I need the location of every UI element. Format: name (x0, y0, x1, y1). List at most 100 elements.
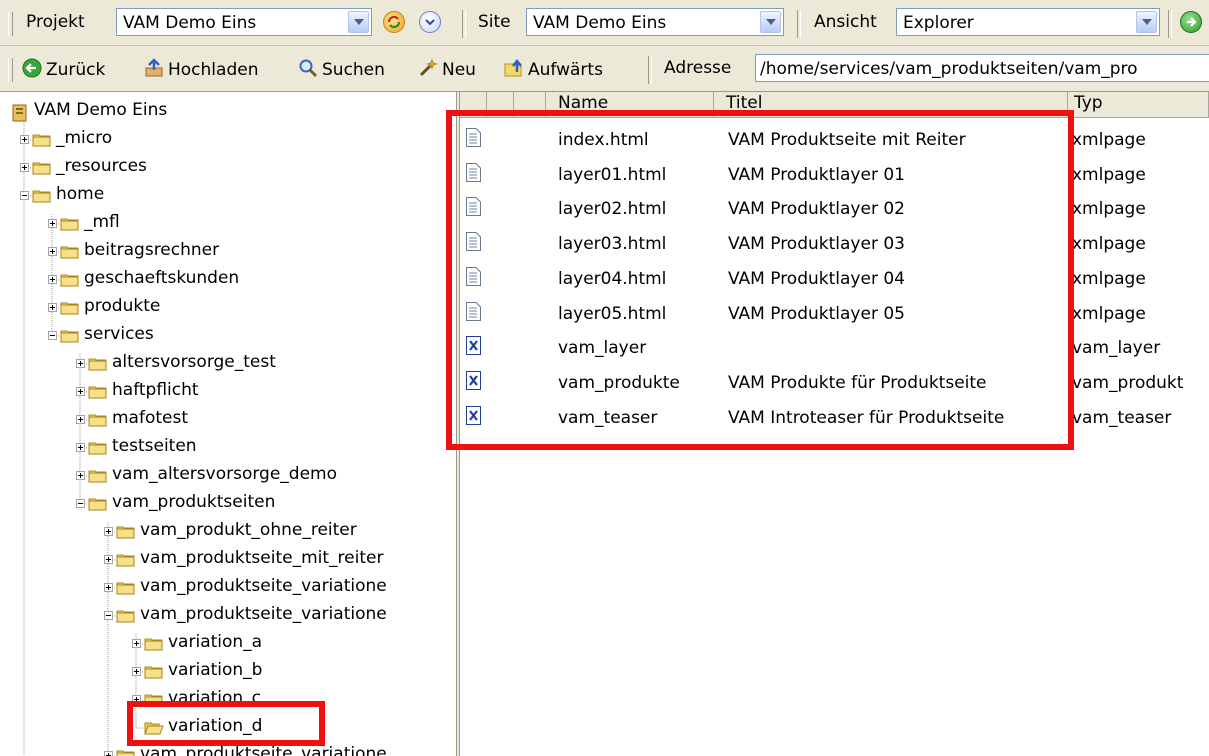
file-name: vam_produkte (558, 372, 680, 393)
column-header-name-label: Name (558, 93, 609, 113)
collapse-icon[interactable] (48, 331, 57, 340)
column-header-status[interactable] (514, 92, 546, 118)
tree-node-label: vam_altersvorsorge_demo (112, 464, 338, 484)
file-row[interactable]: layer04.html VAM Produktlayer 04 xmlpage (460, 263, 1209, 297)
expand-icon[interactable] (104, 583, 113, 592)
folder-icon (32, 190, 51, 203)
file-name: vam_layer (558, 338, 647, 359)
expand-icon[interactable] (132, 695, 141, 704)
folder-icon (116, 610, 135, 623)
view-select[interactable]: Explorer (896, 8, 1160, 36)
file-row[interactable]: layer01.html VAM Produktlayer 01 xmlpage (460, 159, 1209, 193)
tree-node-label: variation_c (168, 688, 262, 708)
collapse-icon[interactable] (20, 191, 29, 200)
tree-node-label: testseiten (112, 436, 197, 456)
column-header-title[interactable]: Titel (714, 92, 1068, 118)
chevron-down-icon[interactable] (1136, 11, 1157, 33)
address-label: Adresse (664, 58, 732, 78)
chevron-down-icon[interactable] (348, 11, 369, 33)
expand-icon[interactable] (76, 359, 85, 368)
expand-icon[interactable] (104, 751, 113, 756)
chevron-down-icon[interactable] (760, 11, 781, 33)
tree-root-label: VAM Demo Eins (34, 100, 168, 120)
folder-icon (116, 526, 135, 539)
folder-icon (60, 274, 79, 287)
file-title: VAM Produktseite mit Reiter (728, 130, 966, 150)
file-type: vam_layer (1072, 338, 1161, 359)
new-button[interactable]: Neu (418, 58, 476, 80)
expand-icon[interactable] (104, 527, 113, 536)
tree-node-label: vam_produktseite_variatione (140, 576, 387, 596)
collapse-icon[interactable] (76, 499, 85, 508)
open-folder-icon (144, 722, 164, 735)
expand-icon[interactable] (76, 443, 85, 452)
file-name: vam_teaser (558, 407, 658, 428)
column-header-type[interactable]: Typ (1068, 92, 1209, 118)
up-button-label: Aufwärts (528, 60, 603, 80)
site-select-value: VAM Demo Eins (533, 13, 667, 33)
folder-icon (32, 134, 51, 147)
address-input[interactable]: /home/services/vam_produktseiten/vam_pro (755, 54, 1209, 82)
file-row[interactable]: layer02.html VAM Produktlayer 02 xmlpage (460, 193, 1209, 227)
expand-icon[interactable] (48, 303, 57, 312)
view-select-value: Explorer (903, 13, 974, 33)
column-header-icon[interactable] (460, 92, 487, 118)
go-icon[interactable] (1180, 11, 1202, 33)
folder-icon (144, 638, 163, 651)
file-title: VAM Introteaser für Produktseite (728, 407, 1005, 428)
address-value: /home/services/vam_produktseiten/vam_pro (760, 59, 1138, 79)
column-header-flag[interactable] (487, 92, 514, 118)
refresh-icon[interactable] (383, 11, 405, 33)
search-button[interactable]: Suchen (298, 58, 385, 80)
collapse-icon[interactable] (104, 611, 113, 620)
expand-icon[interactable] (48, 247, 57, 256)
file-name: layer02.html (558, 199, 667, 220)
expand-icon[interactable] (76, 415, 85, 424)
folder-icon (88, 442, 107, 455)
file-type: xmlpage (1072, 303, 1146, 324)
file-row[interactable]: vam_produkte VAM Produkte für Produktseit… (460, 367, 1209, 401)
file-title: VAM Produktlayer 01 (728, 164, 905, 185)
expand-icon[interactable] (132, 639, 141, 648)
file-row[interactable]: vam_layer vam_layer (460, 332, 1209, 366)
file-row[interactable]: vam_teaser VAM Introteaser für Produktsei… (460, 402, 1209, 436)
tree-node-label: variation_a (168, 632, 263, 652)
expand-icon[interactable] (48, 219, 57, 228)
expand-icon[interactable] (76, 471, 85, 480)
file-row[interactable]: index.html VAM Produktseite mit Reiter xml… (460, 124, 1209, 158)
expand-icon[interactable] (104, 555, 113, 564)
file-row[interactable]: layer05.html VAM Produktlayer 05 xmlpage (460, 298, 1209, 332)
file-title: VAM Produktlayer 02 (728, 199, 905, 220)
back-button[interactable]: Zurück (22, 58, 105, 80)
site-label: Site (478, 12, 511, 32)
expand-icon[interactable] (48, 275, 57, 284)
tree-node-label: vam_produkt_ohne_reiter (140, 520, 357, 540)
folder-icon (116, 554, 135, 567)
column-header-name[interactable]: Name (546, 92, 714, 118)
tree-node-label: haftpflicht (112, 380, 199, 400)
folder-icon (88, 358, 107, 371)
folder-icon (60, 218, 79, 231)
upload-button[interactable]: Hochladen (144, 58, 258, 80)
expand-icon[interactable] (20, 163, 29, 172)
folder-icon (88, 498, 107, 511)
folder-icon (88, 470, 107, 483)
tree-node-label: beitragsrechner (84, 240, 220, 260)
xml-icon (466, 405, 481, 425)
file-row[interactable]: layer03.html VAM Produktlayer 03 xmlpage (460, 228, 1209, 262)
tree-node-label: services (84, 324, 154, 344)
view-label: Ansicht (814, 12, 877, 32)
up-button[interactable]: Aufwärts (504, 58, 603, 80)
toolbar-grip[interactable] (8, 12, 13, 36)
site-select[interactable]: VAM Demo Eins (526, 8, 784, 36)
expand-icon[interactable] (76, 387, 85, 396)
expand-icon[interactable] (132, 667, 141, 676)
project-label: Projekt (26, 12, 85, 32)
toolbar-grip[interactable] (8, 58, 13, 82)
expand-icon[interactable] (20, 135, 29, 144)
project-select[interactable]: VAM Demo Eins (116, 8, 372, 36)
column-header-title-label: Titel (726, 93, 763, 113)
file-title: VAM Produkte für Produktseite (728, 372, 987, 393)
tree-node-label: vam_produktseite_mit_reiter (140, 548, 384, 568)
expand-circle-icon[interactable] (419, 11, 441, 33)
